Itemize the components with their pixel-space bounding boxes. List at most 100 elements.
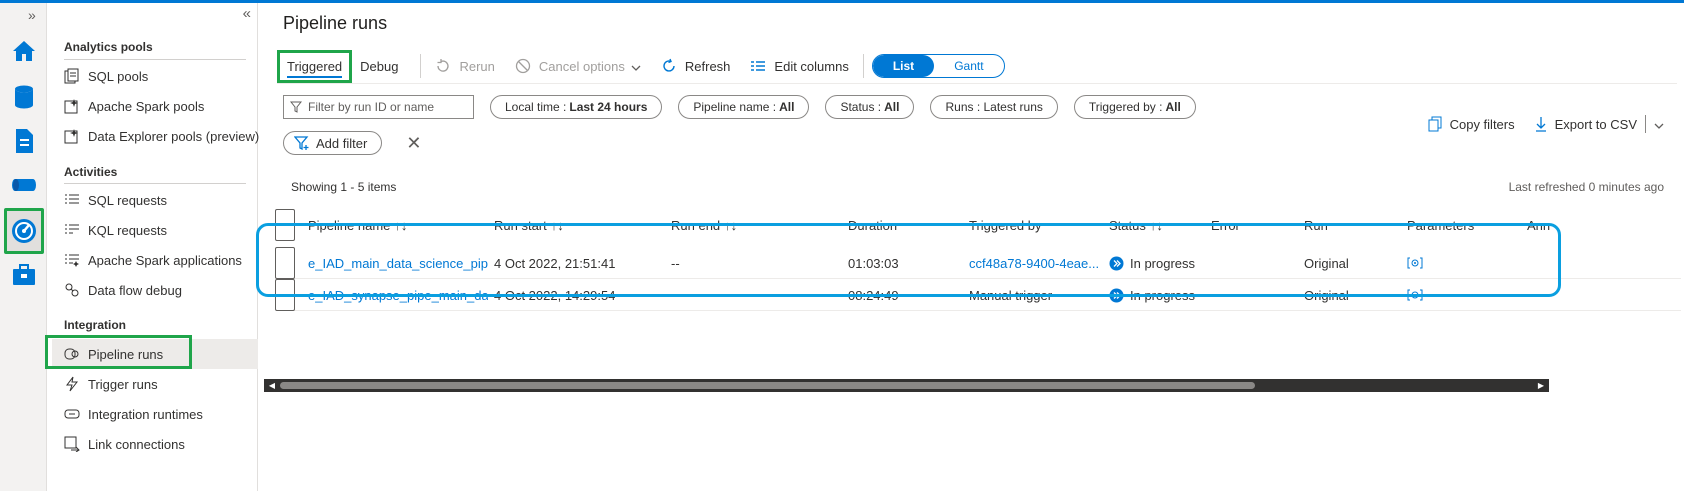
nav-item-label: KQL requests — [88, 222, 168, 238]
filter-label: Runs : Latest runs — [945, 100, 1043, 114]
duration-cell: 08:24:49 — [848, 287, 899, 303]
select-all-checkbox[interactable] — [275, 209, 295, 241]
col-pipeline-name[interactable]: Pipeline name ↑↓ — [308, 209, 407, 241]
export-csv-label: Export to CSV — [1554, 116, 1637, 132]
filter-bar: Filter by run ID or name Local time : Las… — [283, 95, 1212, 119]
runs-filter[interactable]: Runs : Latest runs — [930, 95, 1058, 119]
toolbar-divider — [862, 54, 864, 78]
parameters-icon[interactable] — [1407, 279, 1423, 311]
run-cell: Original — [1304, 255, 1349, 271]
edit-columns-label: Edit columns — [774, 58, 849, 74]
run-start-cell: 4 Oct 2022, 14:29:54 — [494, 287, 616, 303]
sort-icon: ↑↓ — [1149, 217, 1163, 233]
horizontal-scrollbar[interactable]: ◀ ▶ — [264, 379, 1549, 392]
col-run[interactable]: Run — [1304, 209, 1328, 241]
col-duration[interactable]: Duration — [848, 209, 897, 241]
monitor-icon[interactable] — [4, 208, 44, 254]
nav-item-data-flow-debug[interactable]: Data flow debug — [52, 275, 258, 305]
nav-item-label: Link connections — [88, 436, 185, 452]
nav-item-integration-runtimes[interactable]: Integration runtimes — [52, 399, 258, 429]
parameters-icon[interactable] — [1407, 247, 1423, 279]
chevron-down-icon[interactable] — [1654, 117, 1664, 132]
collapse-panel-icon[interactable]: « — [243, 5, 251, 22]
table-row[interactable]: e_IAD_synapse_pipe_main_da... 4 Oct 2022… — [275, 279, 1681, 311]
cancel-options-button[interactable]: Cancel options — [515, 58, 641, 74]
scroll-right-icon[interactable]: ▶ — [1535, 379, 1547, 392]
filter-value: Last 24 hours — [569, 100, 648, 114]
filter-label: Local time : — [505, 100, 567, 114]
data-icon[interactable] — [10, 83, 38, 111]
home-icon[interactable] — [10, 37, 38, 65]
row-checkbox[interactable] — [275, 279, 295, 311]
status-filter[interactable]: Status : All — [825, 95, 915, 119]
local-time-filter[interactable]: Local time : Last 24 hours — [490, 95, 663, 119]
nav-item-sql-requests[interactable]: SQL requests — [52, 185, 258, 215]
pipeline-name-filter[interactable]: Pipeline name : All — [678, 95, 810, 119]
triggered-by-filter[interactable]: Triggered by : All — [1073, 95, 1196, 119]
table-header: Pipeline name ↑↓ Run start ↑↓ Run end ↑↓ Du… — [275, 209, 1681, 241]
filter-icon — [290, 101, 302, 113]
copy-icon — [1428, 116, 1442, 132]
rerun-button[interactable]: Rerun — [435, 58, 495, 74]
in-progress-icon — [1109, 256, 1124, 271]
col-triggered-by[interactable]: Triggered by — [969, 209, 1042, 241]
nav-item-apache-spark-applications[interactable]: Apache Spark applications — [52, 245, 258, 275]
in-progress-icon — [1109, 288, 1124, 303]
col-error[interactable]: Error — [1211, 209, 1240, 241]
rerun-label: Rerun — [459, 58, 495, 74]
integrate-icon[interactable] — [10, 171, 38, 199]
row-checkbox[interactable] — [275, 247, 295, 279]
nav-item-pipeline-runs[interactable]: Pipeline runs — [52, 339, 258, 369]
view-list-button[interactable]: List — [872, 55, 935, 77]
refresh-button[interactable]: Refresh — [661, 58, 731, 74]
nav-item-apache-spark-pools[interactable]: Apache Spark pools — [52, 91, 258, 121]
copy-filters-button[interactable]: Copy filters — [1428, 116, 1515, 132]
nav-divider — [64, 59, 246, 60]
sort-icon: ↑↓ — [394, 217, 408, 233]
edit-columns-icon — [750, 60, 766, 72]
icon-rail: » — [0, 3, 47, 491]
spark-pool-icon — [64, 98, 80, 114]
pipeline-name-link[interactable]: e_IAD_main_data_science_pipe — [308, 247, 488, 279]
triggered-by-link[interactable]: ccf48a78-9400-4eae... — [969, 247, 1099, 279]
expand-rail-icon[interactable]: » — [28, 7, 36, 23]
nav-item-data-explorer-pools[interactable]: Data Explorer pools (preview) — [52, 121, 260, 151]
data-explorer-icon — [64, 128, 80, 144]
run-filter-input[interactable]: Filter by run ID or name — [283, 95, 474, 119]
nav-item-trigger-runs[interactable]: Trigger runs — [52, 369, 258, 399]
develop-icon[interactable] — [10, 127, 38, 155]
run-start-cell: 4 Oct 2022, 21:51:41 — [494, 255, 616, 271]
scroll-left-icon[interactable]: ◀ — [266, 379, 278, 392]
export-csv-button[interactable]: Export to CSV — [1535, 115, 1664, 133]
view-toggle: List Gantt — [871, 54, 1005, 78]
data-flow-debug-icon — [64, 282, 80, 298]
nav-item-link-connections[interactable]: Link connections — [52, 429, 258, 459]
nav-item-label: Apache Spark pools — [88, 98, 205, 114]
tab-triggered[interactable]: Triggered — [277, 49, 353, 83]
view-gantt-button[interactable]: Gantt — [934, 55, 1003, 77]
add-filter-button[interactable]: Add filter — [283, 131, 383, 155]
nav-item-sql-pools[interactable]: SQL pools — [52, 61, 258, 91]
table-row[interactable]: e_IAD_main_data_science_pipe 4 Oct 2022,… — [275, 247, 1681, 279]
nav-item-label: Data Explorer pools (preview) — [88, 128, 260, 144]
chevron-down-icon — [631, 59, 641, 74]
col-run-end[interactable]: Run end ↑↓ — [671, 209, 737, 241]
scrollbar-thumb[interactable] — [280, 382, 1255, 389]
monitor-nav-panel: « Analytics pools SQL pools Apache Spark… — [48, 3, 260, 491]
manage-icon[interactable] — [10, 261, 38, 289]
refresh-label: Refresh — [684, 58, 731, 74]
nav-item-kql-requests[interactable]: KQL requests — [52, 215, 258, 245]
col-label: Status — [1109, 217, 1146, 233]
col-label: Pipeline name — [308, 217, 391, 233]
tab-debug[interactable]: Debug — [352, 53, 406, 80]
col-annotations[interactable]: Ann — [1527, 209, 1550, 241]
pipeline-runs-icon — [64, 346, 80, 362]
toolbar-divider-line — [277, 83, 1677, 84]
edit-columns-button[interactable]: Edit columns — [750, 58, 849, 74]
pipeline-name-link[interactable]: e_IAD_synapse_pipe_main_da... — [308, 279, 488, 311]
clear-filters-icon[interactable]: ✕ — [406, 133, 421, 154]
col-parameters[interactable]: Parameters — [1407, 209, 1474, 241]
rerun-icon — [435, 58, 451, 74]
col-status[interactable]: Status ↑↓ — [1109, 209, 1163, 241]
col-run-start[interactable]: Run start ↑↓ — [494, 209, 564, 241]
